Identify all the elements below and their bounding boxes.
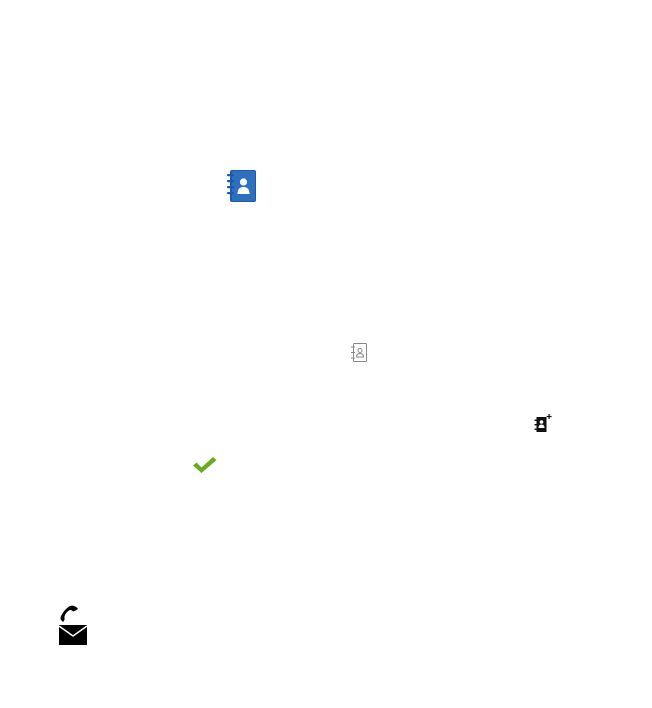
checkmark-icon bbox=[192, 456, 218, 474]
add-contact-icon[interactable] bbox=[534, 414, 552, 432]
icon-canvas bbox=[0, 0, 652, 708]
address-book-outline-icon[interactable] bbox=[350, 343, 368, 362]
address-book-icon[interactable] bbox=[227, 170, 257, 202]
phone-mail-icon[interactable] bbox=[58, 605, 88, 646]
